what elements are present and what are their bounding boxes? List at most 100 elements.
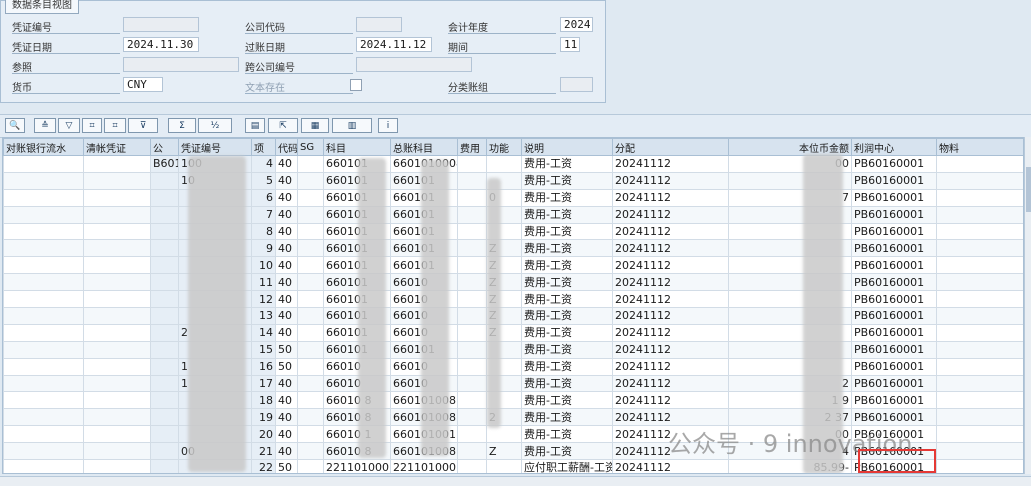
table-cell[interactable]: 40: [275, 425, 298, 444]
table-row[interactable]: 114066010166010Z费用-工资20241112PB60160001: [3, 273, 1023, 292]
table-cell[interactable]: 20241112: [612, 273, 729, 292]
table-cell[interactable]: [83, 391, 151, 410]
table-cell[interactable]: [936, 323, 1023, 342]
table-cell[interactable]: PB60160001: [851, 222, 937, 241]
table-cell[interactable]: [936, 391, 1023, 410]
column-header[interactable]: 科目: [323, 138, 391, 156]
table-cell[interactable]: Z: [486, 442, 522, 461]
vertical-scroll-thumb[interactable]: [1026, 167, 1031, 212]
table-cell[interactable]: 费用-工资: [521, 290, 613, 309]
table-cell[interactable]: [3, 323, 84, 342]
table-cell[interactable]: [83, 374, 151, 393]
table-cell[interactable]: 费用-工资: [521, 155, 613, 173]
table-cell[interactable]: PB60160001: [851, 323, 937, 342]
table-cell[interactable]: 20241112: [612, 323, 729, 342]
table-cell[interactable]: PB60160001: [851, 290, 937, 309]
table-cell[interactable]: [297, 323, 324, 342]
table-cell[interactable]: [150, 323, 179, 342]
table-cell[interactable]: [83, 171, 151, 190]
table-cell[interactable]: [3, 256, 84, 275]
table-cell[interactable]: [83, 256, 151, 275]
set-filter-button[interactable]: ⊽: [128, 118, 158, 133]
table-row[interactable]: 184066010 8660101008费用-工资202411121 9PB60…: [3, 391, 1023, 410]
table-cell[interactable]: PB60160001: [851, 374, 937, 393]
table-cell[interactable]: [297, 273, 324, 292]
table-cell[interactable]: [457, 391, 487, 410]
table-cell[interactable]: 40: [275, 171, 298, 190]
table-cell[interactable]: PB60160001: [851, 155, 937, 173]
table-cell[interactable]: 40: [275, 323, 298, 342]
table-cell[interactable]: [83, 188, 151, 207]
table-cell[interactable]: 20241112: [612, 340, 729, 359]
table-cell[interactable]: [3, 155, 84, 173]
text-exists-checkbox[interactable]: [350, 79, 362, 91]
table-cell[interactable]: [457, 357, 487, 376]
table-cell[interactable]: 50: [275, 357, 298, 376]
currency-field[interactable]: CNY: [123, 77, 163, 92]
table-cell[interactable]: 20241112: [612, 391, 729, 410]
table-cell[interactable]: [457, 307, 487, 325]
table-cell[interactable]: [936, 239, 1023, 258]
table-cell[interactable]: 20241112: [612, 155, 729, 173]
table-cell[interactable]: 20241112: [612, 205, 729, 224]
table-cell[interactable]: [297, 290, 324, 309]
table-cell[interactable]: [150, 391, 179, 410]
table-cell[interactable]: 22: [251, 459, 276, 473]
table-cell[interactable]: [150, 425, 179, 444]
table-cell[interactable]: [83, 205, 151, 224]
table-cell[interactable]: 2211010001: [390, 459, 458, 473]
table-cell[interactable]: [150, 408, 179, 427]
doc-no-field[interactable]: [123, 17, 199, 32]
table-cell[interactable]: [936, 459, 1023, 473]
table-cell[interactable]: [3, 459, 84, 473]
table-cell[interactable]: 20241112: [612, 459, 729, 473]
choose-layout-button[interactable]: ▦: [301, 118, 329, 133]
table-cell[interactable]: 12: [251, 290, 276, 309]
column-header[interactable]: 对账银行流水: [3, 138, 84, 156]
table-cell[interactable]: 40: [275, 290, 298, 309]
table-cell[interactable]: 20241112: [612, 357, 729, 376]
table-cell[interactable]: 40: [275, 273, 298, 292]
table-cell[interactable]: [3, 374, 84, 393]
table-cell[interactable]: [150, 340, 179, 359]
column-header[interactable]: 代码: [275, 138, 298, 156]
table-cell[interactable]: 19: [251, 408, 276, 427]
table-row[interactable]: 1 17 40 66010 66010 费用-工资 20241112 2 PB60160001: [3, 374, 1023, 393]
column-header[interactable]: 费用: [457, 138, 487, 156]
table-row[interactable]: 10540660101660101费用-工资20241112PB60160001: [3, 171, 1023, 190]
table-cell[interactable]: [457, 408, 487, 427]
table-cell[interactable]: 40: [275, 155, 298, 173]
table-cell[interactable]: [150, 374, 179, 393]
table-row[interactable]: 2144066010166010Z费用-工资20241112PB60160001: [3, 323, 1023, 342]
column-header[interactable]: 说明: [521, 138, 613, 156]
table-cell[interactable]: [457, 442, 487, 461]
table-cell[interactable]: [297, 188, 324, 207]
table-cell[interactable]: [457, 222, 487, 241]
table-cell[interactable]: 费用-工资: [521, 171, 613, 190]
table-cell[interactable]: [457, 340, 487, 359]
table-cell[interactable]: 50: [275, 340, 298, 359]
table-cell[interactable]: 16: [251, 357, 276, 376]
table-cell[interactable]: [3, 425, 84, 444]
table-cell[interactable]: 20241112: [612, 290, 729, 309]
column-header[interactable]: 凭证编号: [178, 138, 252, 156]
column-header[interactable]: 物料: [936, 138, 1023, 156]
table-cell[interactable]: 6: [251, 188, 276, 207]
table-cell[interactable]: [936, 290, 1023, 309]
filter-button[interactable]: ▽: [58, 118, 80, 133]
table-cell[interactable]: 15: [251, 340, 276, 359]
table-cell[interactable]: 40: [275, 307, 298, 325]
table-cell[interactable]: [150, 290, 179, 309]
table-cell[interactable]: PB60160001: [851, 188, 937, 207]
table-cell[interactable]: PB60160001: [851, 256, 937, 275]
find-button[interactable]: ⌗: [82, 118, 102, 133]
table-cell[interactable]: 18: [251, 391, 276, 410]
column-header[interactable]: 清帐凭证: [83, 138, 151, 156]
table-cell[interactable]: [83, 155, 151, 173]
table-cell[interactable]: 13: [251, 307, 276, 325]
export-button[interactable]: ⇱: [268, 118, 298, 133]
table-cell[interactable]: 费用-工资: [521, 222, 613, 241]
table-row[interactable]: 1 16 50 66010 66010 费用-工资 20241112 PB60160001: [3, 357, 1023, 376]
table-cell[interactable]: 10: [251, 256, 276, 275]
table-cell[interactable]: [83, 239, 151, 258]
